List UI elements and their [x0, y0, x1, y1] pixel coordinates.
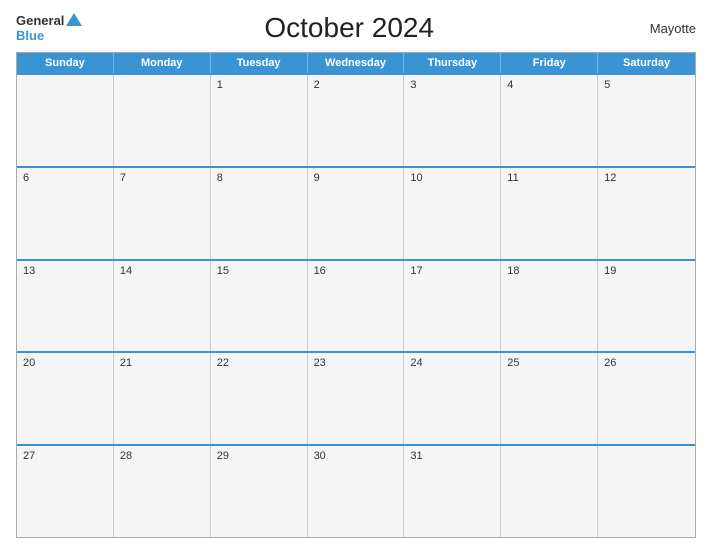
day-number-11: 11: [507, 172, 591, 184]
calendar-page: General Blue October 2024 Mayotte Sunday…: [0, 0, 712, 550]
day-number-10: 10: [410, 172, 494, 184]
day-cell-25: 25: [501, 353, 598, 444]
day-number-25: 25: [507, 357, 591, 369]
day-cell-31: 31: [404, 446, 501, 537]
day-number-29: 29: [217, 450, 301, 462]
day-cell-9: 9: [308, 168, 405, 259]
day-number-21: 21: [120, 357, 204, 369]
header-saturday: Saturday: [598, 53, 695, 73]
header-tuesday: Tuesday: [211, 53, 308, 73]
day-number-17: 17: [410, 265, 494, 277]
header-wednesday: Wednesday: [308, 53, 405, 73]
calendar-header: General Blue October 2024 Mayotte: [16, 12, 696, 44]
day-number-5: 5: [604, 79, 689, 91]
day-cell-29: 29: [211, 446, 308, 537]
week-row-5: 27 28 29 30 31: [17, 444, 695, 537]
day-number-27: 27: [23, 450, 107, 462]
day-cell-11: 11: [501, 168, 598, 259]
day-cell-17: 17: [404, 261, 501, 352]
week-row-2: 6 7 8 9 10 11 12: [17, 166, 695, 259]
day-number-13: 13: [23, 265, 107, 277]
day-number-16: 16: [314, 265, 398, 277]
day-cell-6: 6: [17, 168, 114, 259]
day-number-24: 24: [410, 357, 494, 369]
logo: General Blue: [16, 13, 82, 43]
day-number-26: 26: [604, 357, 689, 369]
calendar-weeks: 1234567891011121314151617181920212223242…: [17, 73, 695, 537]
day-number-15: 15: [217, 265, 301, 277]
day-number-7: 7: [120, 172, 204, 184]
day-cell-23: 23: [308, 353, 405, 444]
day-cell-5: 5: [598, 75, 695, 166]
day-cell-4: 4: [501, 75, 598, 166]
header-monday: Monday: [114, 53, 211, 73]
day-number-30: 30: [314, 450, 398, 462]
day-cell-13: 13: [17, 261, 114, 352]
day-number-1: 1: [217, 79, 301, 91]
week-row-4: 20 21 22 23 24 25 26: [17, 351, 695, 444]
day-number-22: 22: [217, 357, 301, 369]
calendar-title: October 2024: [82, 12, 616, 44]
day-number-23: 23: [314, 357, 398, 369]
day-number-3: 3: [410, 79, 494, 91]
header-friday: Friday: [501, 53, 598, 73]
week-row-3: 13 14 15 16 17 18 19: [17, 259, 695, 352]
header-thursday: Thursday: [404, 53, 501, 73]
day-number-18: 18: [507, 265, 591, 277]
region-label: Mayotte: [616, 21, 696, 36]
day-cell-26: 26: [598, 353, 695, 444]
day-cell-15: 15: [211, 261, 308, 352]
day-cell-2: 2: [308, 75, 405, 166]
day-cell-14: 14: [114, 261, 211, 352]
day-cell-10: 10: [404, 168, 501, 259]
calendar-grid: Sunday Monday Tuesday Wednesday Thursday…: [16, 52, 696, 538]
day-headers-row: Sunday Monday Tuesday Wednesday Thursday…: [17, 53, 695, 73]
day-cell-8: 8: [211, 168, 308, 259]
day-cell-28: 28: [114, 446, 211, 537]
day-cell-19: 19: [598, 261, 695, 352]
day-cell-27: 27: [17, 446, 114, 537]
logo-general-text: General: [16, 13, 64, 28]
empty-cell-w0-d1: [114, 75, 211, 166]
day-cell-1: 1: [211, 75, 308, 166]
day-number-12: 12: [604, 172, 689, 184]
empty-cell-w4-d6: [598, 446, 695, 537]
day-cell-7: 7: [114, 168, 211, 259]
header-sunday: Sunday: [17, 53, 114, 73]
day-number-6: 6: [23, 172, 107, 184]
day-number-4: 4: [507, 79, 591, 91]
day-number-20: 20: [23, 357, 107, 369]
day-number-28: 28: [120, 450, 204, 462]
day-cell-20: 20: [17, 353, 114, 444]
logo-triangle-icon: [66, 13, 82, 26]
day-cell-18: 18: [501, 261, 598, 352]
day-cell-30: 30: [308, 446, 405, 537]
day-cell-16: 16: [308, 261, 405, 352]
empty-cell-w4-d5: [501, 446, 598, 537]
day-number-14: 14: [120, 265, 204, 277]
day-cell-24: 24: [404, 353, 501, 444]
day-cell-3: 3: [404, 75, 501, 166]
day-number-9: 9: [314, 172, 398, 184]
day-cell-21: 21: [114, 353, 211, 444]
week-row-1: 12345: [17, 73, 695, 166]
logo-blue-text: Blue: [16, 28, 44, 43]
day-cell-12: 12: [598, 168, 695, 259]
day-cell-22: 22: [211, 353, 308, 444]
empty-cell-w0-d0: [17, 75, 114, 166]
day-number-19: 19: [604, 265, 689, 277]
day-number-2: 2: [314, 79, 398, 91]
day-number-31: 31: [410, 450, 494, 462]
day-number-8: 8: [217, 172, 301, 184]
